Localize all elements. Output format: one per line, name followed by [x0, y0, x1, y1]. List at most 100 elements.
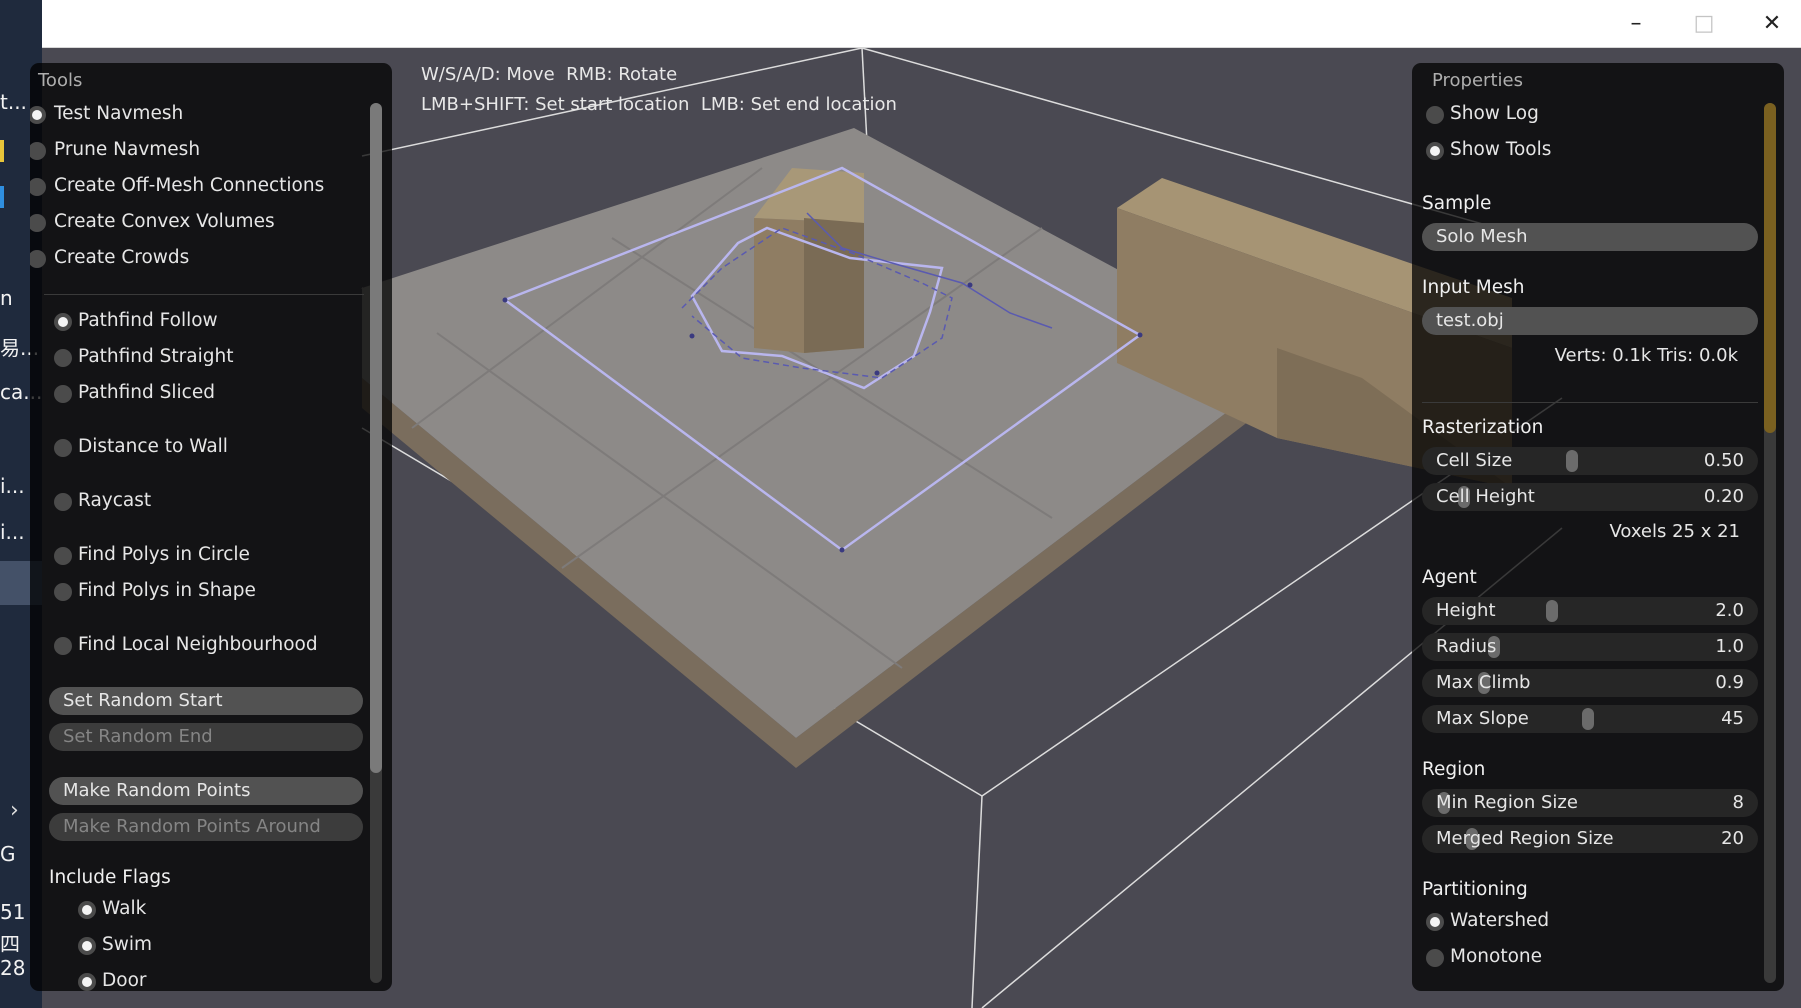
cell-size-value: 0.50	[1703, 450, 1744, 471]
tool-prune-navmesh-radio[interactable]	[30, 142, 46, 160]
desktop-text-fragment: t...	[0, 90, 27, 114]
window-title-bar[interactable]: – □ ✕	[42, 0, 1801, 48]
agent-heading: Agent	[1422, 567, 1477, 588]
agent-height-slider[interactable]: Height 2.0	[1422, 597, 1758, 625]
show-log-checkbox[interactable]	[1426, 106, 1444, 124]
include-flags-heading: Include Flags	[49, 867, 171, 888]
tool-convex-volumes-label[interactable]: Create Convex Volumes	[54, 211, 275, 232]
tool-crowds-label[interactable]: Create Crowds	[54, 247, 189, 268]
make-random-points-button[interactable]: Make Random Points	[49, 777, 363, 805]
distance-to-wall-radio[interactable]	[54, 439, 72, 457]
merged-region-size-slider[interactable]: Merged Region Size 20	[1422, 825, 1758, 853]
show-tools-checkbox[interactable]	[1426, 142, 1444, 160]
pathfind-straight-radio[interactable]	[54, 349, 72, 367]
find-polys-shape-radio[interactable]	[54, 583, 72, 601]
find-polys-circle-radio[interactable]	[54, 547, 72, 565]
set-random-start-button[interactable]: Set Random Start	[49, 687, 363, 715]
min-region-size-value: 8	[1732, 792, 1744, 813]
tool-prune-navmesh-label[interactable]: Prune Navmesh	[54, 139, 200, 160]
flag-swim-label[interactable]: Swim	[102, 934, 152, 955]
agent-max-climb-value: 0.9	[1715, 672, 1744, 693]
agent-max-climb-label: Max Climb	[1436, 672, 1531, 693]
close-icon: ✕	[1762, 11, 1782, 36]
raycast-label[interactable]: Raycast	[78, 490, 151, 511]
raycast-radio[interactable]	[54, 493, 72, 511]
tool-convex-volumes-radio[interactable]	[30, 214, 46, 232]
properties-scrollbar[interactable]	[1764, 103, 1776, 983]
min-region-size-slider[interactable]: Min Region Size 8	[1422, 789, 1758, 817]
agent-max-slope-slider[interactable]: Max Slope 45	[1422, 705, 1758, 733]
tool-crowds-radio[interactable]	[30, 250, 46, 268]
minimize-button[interactable]: –	[1602, 0, 1670, 47]
slider-knob[interactable]	[1566, 450, 1578, 472]
tools-panel[interactable]: Tools Test Navmesh Prune Navmesh Create …	[30, 63, 392, 991]
agent-radius-value: 1.0	[1715, 636, 1744, 657]
maximize-button[interactable]: □	[1670, 0, 1738, 47]
properties-panel-title: Properties	[1432, 70, 1523, 91]
find-polys-shape-label[interactable]: Find Polys in Shape	[78, 580, 256, 601]
merged-region-size-label: Merged Region Size	[1436, 828, 1614, 849]
watershed-label[interactable]: Watershed	[1450, 910, 1549, 931]
set-random-end-button[interactable]: Set Random End	[49, 723, 363, 751]
properties-panel[interactable]: Properties Show Log Show Tools Sample So…	[1412, 63, 1784, 991]
slider-knob[interactable]	[1582, 708, 1594, 730]
pathfind-follow-label[interactable]: Pathfind Follow	[78, 310, 218, 331]
cell-height-value: 0.20	[1703, 486, 1744, 507]
agent-height-value: 2.0	[1715, 600, 1744, 621]
cell-height-label: Cell Height	[1436, 486, 1535, 507]
tool-test-navmesh-label[interactable]: Test Navmesh	[54, 103, 183, 124]
agent-radius-slider[interactable]: Radius 1.0	[1422, 633, 1758, 661]
flag-walk-checkbox[interactable]	[78, 901, 96, 919]
desktop-text-fragment: G	[0, 842, 16, 866]
mesh-stats: Verts: 0.1k Tris: 0.0k	[1554, 345, 1738, 366]
tools-scrollbar-thumb[interactable]	[370, 103, 382, 773]
agent-height-label: Height	[1436, 600, 1496, 621]
agent-max-climb-slider[interactable]: Max Climb 0.9	[1422, 669, 1758, 697]
find-polys-circle-label[interactable]: Find Polys in Circle	[78, 544, 250, 565]
cell-size-slider[interactable]: Cell Size 0.50	[1422, 447, 1758, 475]
monotone-radio[interactable]	[1426, 949, 1444, 967]
input-mesh-heading: Input Mesh	[1422, 277, 1525, 298]
chevron-right-icon[interactable]: ›	[10, 798, 19, 823]
find-local-neighbourhood-radio[interactable]	[54, 637, 72, 655]
separator	[44, 294, 364, 295]
pathfind-sliced-label[interactable]: Pathfind Sliced	[78, 382, 215, 403]
voxels-info: Voxels 25 x 21	[1609, 521, 1740, 542]
tools-panel-title: Tools	[38, 70, 83, 91]
tool-offmesh-radio[interactable]	[30, 178, 46, 196]
flag-door-label[interactable]: Door	[102, 970, 147, 991]
agent-radius-label: Radius	[1436, 636, 1497, 657]
input-mesh-selector[interactable]: test.obj	[1422, 307, 1758, 335]
pathfind-straight-label[interactable]: Pathfind Straight	[78, 346, 233, 367]
flag-door-checkbox[interactable]	[78, 973, 96, 991]
help-line-mouse: LMB+SHIFT: Set start location LMB: Set e…	[421, 94, 897, 115]
close-button[interactable]: ✕	[1738, 0, 1801, 47]
pathfind-follow-radio[interactable]	[54, 313, 72, 331]
pillar-side	[804, 218, 864, 353]
controls-help: W/S/A/D: Move RMB: Rotate LMB+SHIFT: Set…	[421, 60, 897, 120]
partitioning-heading: Partitioning	[1422, 879, 1528, 900]
desktop-text-fragment: 四	[0, 932, 20, 956]
show-tools-label[interactable]: Show Tools	[1450, 139, 1551, 160]
rasterization-heading: Rasterization	[1422, 417, 1544, 438]
monotone-label[interactable]: Monotone	[1450, 946, 1542, 967]
find-local-neighbourhood-label[interactable]: Find Local Neighbourhood	[78, 634, 318, 655]
properties-scrollbar-thumb[interactable]	[1764, 103, 1776, 433]
cell-size-label: Cell Size	[1436, 450, 1513, 471]
make-random-points-around-button[interactable]: Make Random Points Around	[49, 813, 363, 841]
tools-scrollbar[interactable]	[370, 103, 382, 983]
tool-offmesh-label[interactable]: Create Off-Mesh Connections	[54, 175, 324, 196]
sample-selector[interactable]: Solo Mesh	[1422, 223, 1758, 251]
show-log-label[interactable]: Show Log	[1450, 103, 1539, 124]
tool-test-navmesh-radio[interactable]	[30, 106, 46, 124]
watershed-radio[interactable]	[1426, 913, 1444, 931]
slider-knob[interactable]	[1546, 600, 1558, 622]
merged-region-size-value: 20	[1721, 828, 1744, 849]
distance-to-wall-label[interactable]: Distance to Wall	[78, 436, 228, 457]
flag-swim-checkbox[interactable]	[78, 937, 96, 955]
flag-walk-label[interactable]: Walk	[102, 898, 146, 919]
min-region-size-label: Min Region Size	[1436, 792, 1578, 813]
cell-height-slider[interactable]: Cell Height 0.20	[1422, 483, 1758, 511]
pathfind-sliced-radio[interactable]	[54, 385, 72, 403]
desktop-yellow-icon	[0, 140, 4, 162]
